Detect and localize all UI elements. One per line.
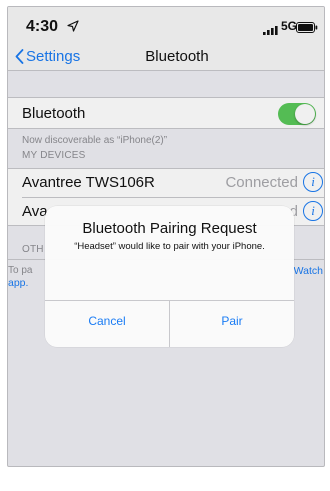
alert-message: “Headset” would like to pair with your i… xyxy=(74,241,265,252)
pairing-alert-dialog: Bluetooth Pairing Request “Headset” woul… xyxy=(45,206,294,347)
screenshot-frame: 4:30 5G Settings Bluetooth Bluetooth Now… xyxy=(0,0,330,491)
cancel-button[interactable]: Cancel xyxy=(45,301,169,347)
pair-button[interactable]: Pair xyxy=(170,301,294,347)
phone-screen: 4:30 5G Settings Bluetooth Bluetooth Now… xyxy=(7,6,325,467)
alert-title: Bluetooth Pairing Request xyxy=(82,220,257,237)
